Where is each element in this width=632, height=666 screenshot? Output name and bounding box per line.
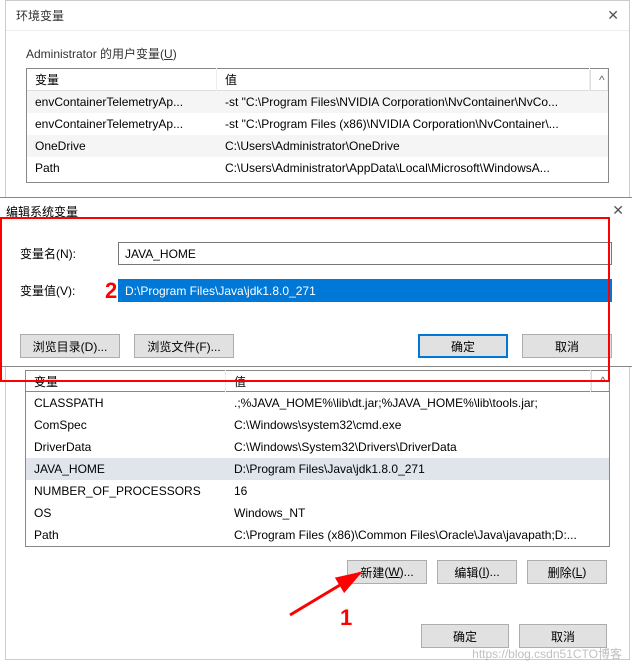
sys-table-body: CLASSPATH .;%JAVA_HOME%\lib\dt.jar;%JAVA… [25, 392, 610, 547]
table-row[interactable]: OS Windows_NT [26, 502, 609, 524]
dialog1-title: 环境变量 [16, 7, 64, 24]
user-vars-table[interactable]: 变量 值 ^ envContainerTelemetryAp... -st "C… [26, 68, 609, 183]
chevron-up-icon[interactable]: ^ [591, 371, 609, 391]
chevron-up-icon[interactable]: ^ [590, 70, 608, 90]
table-row[interactable]: ComSpec C:\Windows\system32\cmd.exe [26, 414, 609, 436]
table-row[interactable]: OneDrive C:\Users\Administrator\OneDrive [27, 135, 608, 157]
col-variable-header[interactable]: 变量 [26, 370, 226, 393]
dialog2-title: 编辑系统变量 [6, 203, 78, 220]
watermark: https://blog.csdn51CTO博客 [472, 645, 622, 662]
table-row[interactable]: envContainerTelemetryAp... -st "C:\Progr… [27, 113, 608, 135]
cancel-button[interactable]: 取消 [522, 334, 612, 358]
var-value-input[interactable] [118, 279, 612, 302]
browse-file-button[interactable]: 浏览文件(F)... [134, 334, 234, 358]
browse-dir-button[interactable]: 浏览目录(D)... [20, 334, 120, 358]
var-value-label: 变量值(V): [20, 282, 118, 299]
ok-button[interactable]: 确定 [418, 334, 508, 358]
table-row[interactable]: Path C:\Users\Administrator\AppData\Loca… [27, 157, 608, 179]
table-row[interactable]: envContainerTelemetryAp... -st "C:\Progr… [27, 91, 608, 113]
sys-table-header: 变量 值 ^ [25, 370, 610, 392]
user-table-header: 变量 值 ^ [27, 69, 608, 91]
var-name-label: 变量名(N): [20, 245, 118, 262]
dialog2-buttons: 浏览目录(D)... 浏览文件(F)... 确定 取消 [0, 326, 632, 358]
col-variable-header[interactable]: 变量 [27, 68, 217, 91]
dialog2-titlebar: 编辑系统变量 ✕ [0, 198, 632, 224]
user-table-body: envContainerTelemetryAp... -st "C:\Progr… [27, 91, 608, 179]
var-name-row: 变量名(N): [20, 242, 612, 265]
col-value-header[interactable]: 值 [226, 370, 591, 393]
col-value-header[interactable]: 值 [217, 68, 590, 91]
new-button[interactable]: 新建(W)... [347, 560, 427, 584]
table-row[interactable]: DriverData C:\Windows\System32\Drivers\D… [26, 436, 609, 458]
var-name-input[interactable] [118, 242, 612, 265]
var-value-row: 变量值(V): [20, 279, 612, 302]
edit-sys-var-dialog: 编辑系统变量 ✕ 变量名(N): 变量值(V): 浏览目录(D)... 浏览文件… [0, 197, 632, 367]
table-row[interactable]: JAVA_HOME D:\Program Files\Java\jdk1.8.0… [26, 458, 609, 480]
edit-form: 变量名(N): 变量值(V): [0, 224, 632, 326]
user-vars-label: Administrator 的用户变量(U) [6, 31, 629, 68]
dialog1-titlebar: 环境变量 ✕ [6, 1, 629, 31]
close-icon[interactable]: ✕ [612, 202, 624, 219]
edit-button[interactable]: 编辑(I)... [437, 560, 517, 584]
close-icon[interactable]: ✕ [607, 7, 619, 24]
system-vars-table[interactable]: 变量 值 ^ CLASSPATH .;%JAVA_HOME%\lib\dt.ja… [25, 370, 610, 547]
table-row[interactable]: Path C:\Program Files (x86)\Common Files… [26, 524, 609, 546]
table-row[interactable]: CLASSPATH .;%JAVA_HOME%\lib\dt.jar;%JAVA… [26, 392, 609, 414]
sys-vars-buttons: 新建(W)... 编辑(I)... 删除(L) [347, 560, 607, 584]
delete-button[interactable]: 删除(L) [527, 560, 607, 584]
table-row[interactable]: NUMBER_OF_PROCESSORS 16 [26, 480, 609, 502]
